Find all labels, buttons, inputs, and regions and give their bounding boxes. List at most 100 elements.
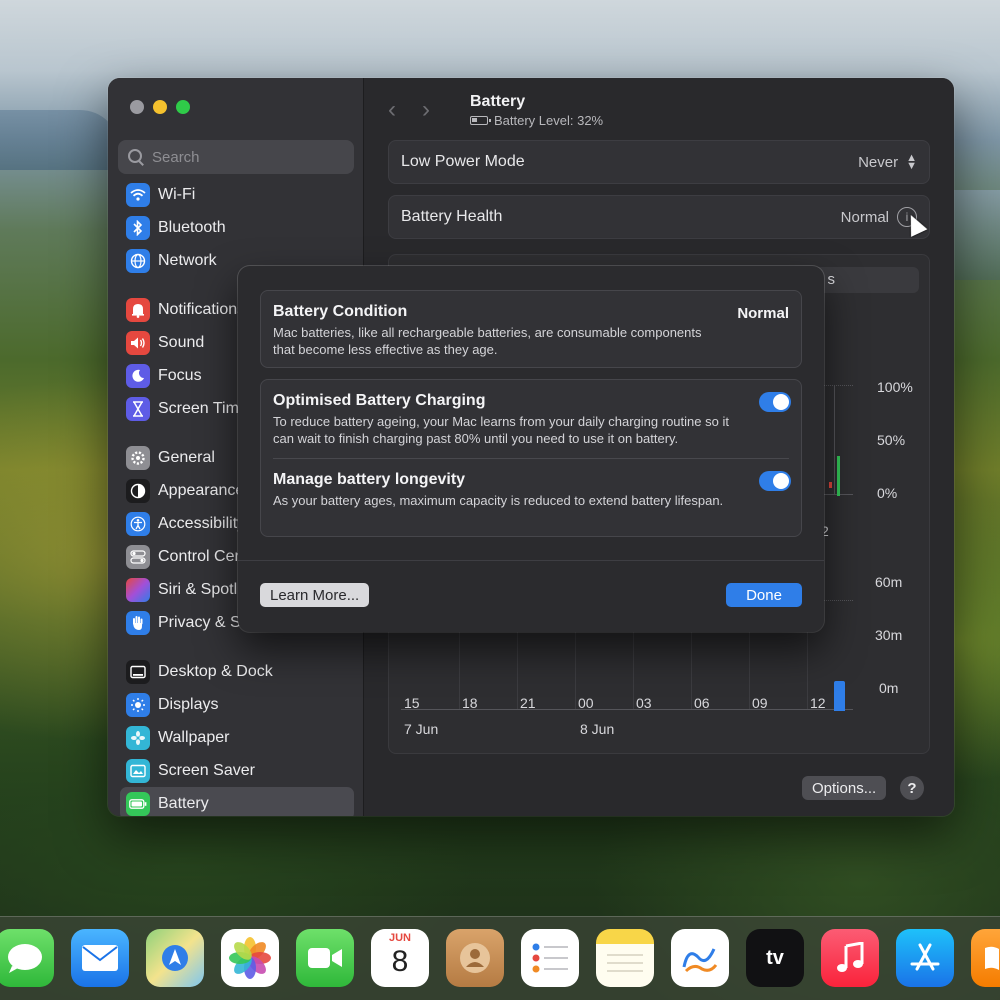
bluetooth-icon [126,215,150,240]
sidebar-item-label: Network [158,251,217,269]
search-field[interactable] [118,140,354,174]
optimised-charging-title: Optimised Battery Charging [273,392,486,409]
flower-icon [126,725,150,750]
sidebar-item-label: Appearance [158,481,245,499]
battery-level-bar [837,456,840,496]
title-block: Battery Battery Level: 32% [470,93,603,128]
x-tick: 03 [636,695,652,711]
minimize-button[interactable] [153,100,167,114]
x-tick: 00 [578,695,594,711]
battery-condition-group: Battery Condition Mac batteries, like al… [260,290,802,368]
sidebar-item-wallpaper[interactable]: Wallpaper [120,721,354,754]
search-icon [128,149,144,165]
x-tick: 09 [752,695,768,711]
notes-icon[interactable] [596,929,654,987]
freeform-icon[interactable] [671,929,729,987]
usage-tick: 30m [875,627,903,643]
sidebar-item-label: Bluetooth [158,218,226,236]
music-icon[interactable] [821,929,879,987]
low-power-mode-select[interactable]: Never ▲ ▼ [858,152,917,172]
x-tick: 06 [694,695,710,711]
hourglass-icon [126,396,150,421]
appearance-icon [126,478,150,503]
date-label: 8 Jun [580,721,615,737]
low-power-mode-row[interactable]: Low Power Mode Never ▲ ▼ [388,140,930,184]
search-input[interactable] [152,148,332,166]
usage-bar [834,681,845,711]
zoom-button[interactable] [176,100,190,114]
battery-longevity-desc: As your battery ages, maximum capacity i… [273,493,724,508]
battery-level-bar-low [829,482,832,488]
up-down-chevron-icon: ▲ ▼ [906,152,917,172]
x-tick: 21 [520,695,536,711]
battery-icon [126,791,150,816]
sidebar-item-desktop-dock[interactable]: Desktop & Dock [120,655,354,688]
level-tick: 100% [877,379,913,395]
dock-icon [126,659,150,684]
charging-options-group: Optimised Battery Charging To reduce bat… [260,379,802,537]
usage-tick: 0m [879,680,899,696]
battery-health-row[interactable]: Battery Health Normal i [388,195,930,239]
moon-icon [126,363,150,388]
books-icon[interactable] [971,929,1000,987]
done-button[interactable]: Done [726,583,802,607]
date-label: 7 Jun [404,721,439,737]
mail-icon[interactable] [71,929,129,987]
calendar-month: JUN [388,932,411,944]
level-tick: 50% [877,432,906,448]
dock-apps: JUN 8 tv [0,929,1000,987]
page-title: Battery [470,93,526,110]
globe-icon [126,248,150,273]
reminders-icon[interactable] [521,929,579,987]
maps-icon[interactable] [146,929,204,987]
sidebar-item-label: Screen Saver [158,761,255,779]
screensaver-icon [126,758,150,783]
sidebar-item-label: Desktop & Dock [158,662,273,680]
battery-condition-desc: Mac batteries, like all rechargeable bat… [273,325,702,357]
x-tick: 18 [462,695,478,711]
wallpaper-mountain [0,110,120,170]
back-arrow-icon[interactable]: ‹ [388,96,396,124]
options-button[interactable]: Options... [802,776,887,800]
app-store-icon[interactable] [896,929,954,987]
bell-icon [126,297,150,322]
photos-icon[interactable] [221,929,279,987]
calendar-day: 8 [391,945,409,978]
calendar-icon[interactable]: JUN 8 [371,929,429,987]
battery-condition-value: Normal [737,305,789,322]
sidebar-item-label: Battery [158,794,209,812]
contacts-icon[interactable] [446,929,504,987]
help-button[interactable]: ? [900,776,924,800]
sidebar-item-screen-saver[interactable]: Screen Saver [120,754,354,787]
sheet-footer: Learn More... Done [238,560,824,632]
sidebar-item-bluetooth[interactable]: Bluetooth [120,211,354,244]
battery-health-sheet: Battery Condition Mac batteries, like al… [238,266,824,632]
facetime-icon[interactable] [296,929,354,987]
sidebar-item-label: Displays [158,695,219,713]
divider [273,458,789,459]
x-tick: 15 [404,695,420,711]
battery-longevity-title: Manage battery longevity [273,471,466,488]
battery-health-label: Battery Health [401,208,503,225]
window-controls [130,100,190,114]
accessibility-icon [126,511,150,536]
sidebar-item-label: Accessibility [158,514,246,532]
hand-icon [126,610,150,635]
apple-tv-icon[interactable]: tv [746,929,804,987]
learn-more-button[interactable]: Learn More... [260,583,370,607]
sidebar-item-label: Focus [158,366,202,384]
toggles-icon [126,544,150,569]
battery-condition-title: Battery Condition [273,303,408,320]
messages-icon[interactable] [0,929,54,987]
optimised-charging-toggle[interactable] [759,392,791,412]
sidebar-item-wifi[interactable]: Wi-Fi [120,178,354,211]
battery-level-text: Battery Level: 32% [494,113,604,128]
navigation: ‹ › [388,96,430,124]
sidebar-item-battery[interactable]: Battery [120,787,354,816]
close-button[interactable] [130,100,144,114]
sidebar-item-label: Wi-Fi [158,185,196,203]
sidebar-item-displays[interactable]: Displays [120,688,354,721]
speaker-icon [126,330,150,355]
forward-arrow-icon[interactable]: › [422,96,430,124]
battery-longevity-toggle[interactable] [759,471,791,491]
